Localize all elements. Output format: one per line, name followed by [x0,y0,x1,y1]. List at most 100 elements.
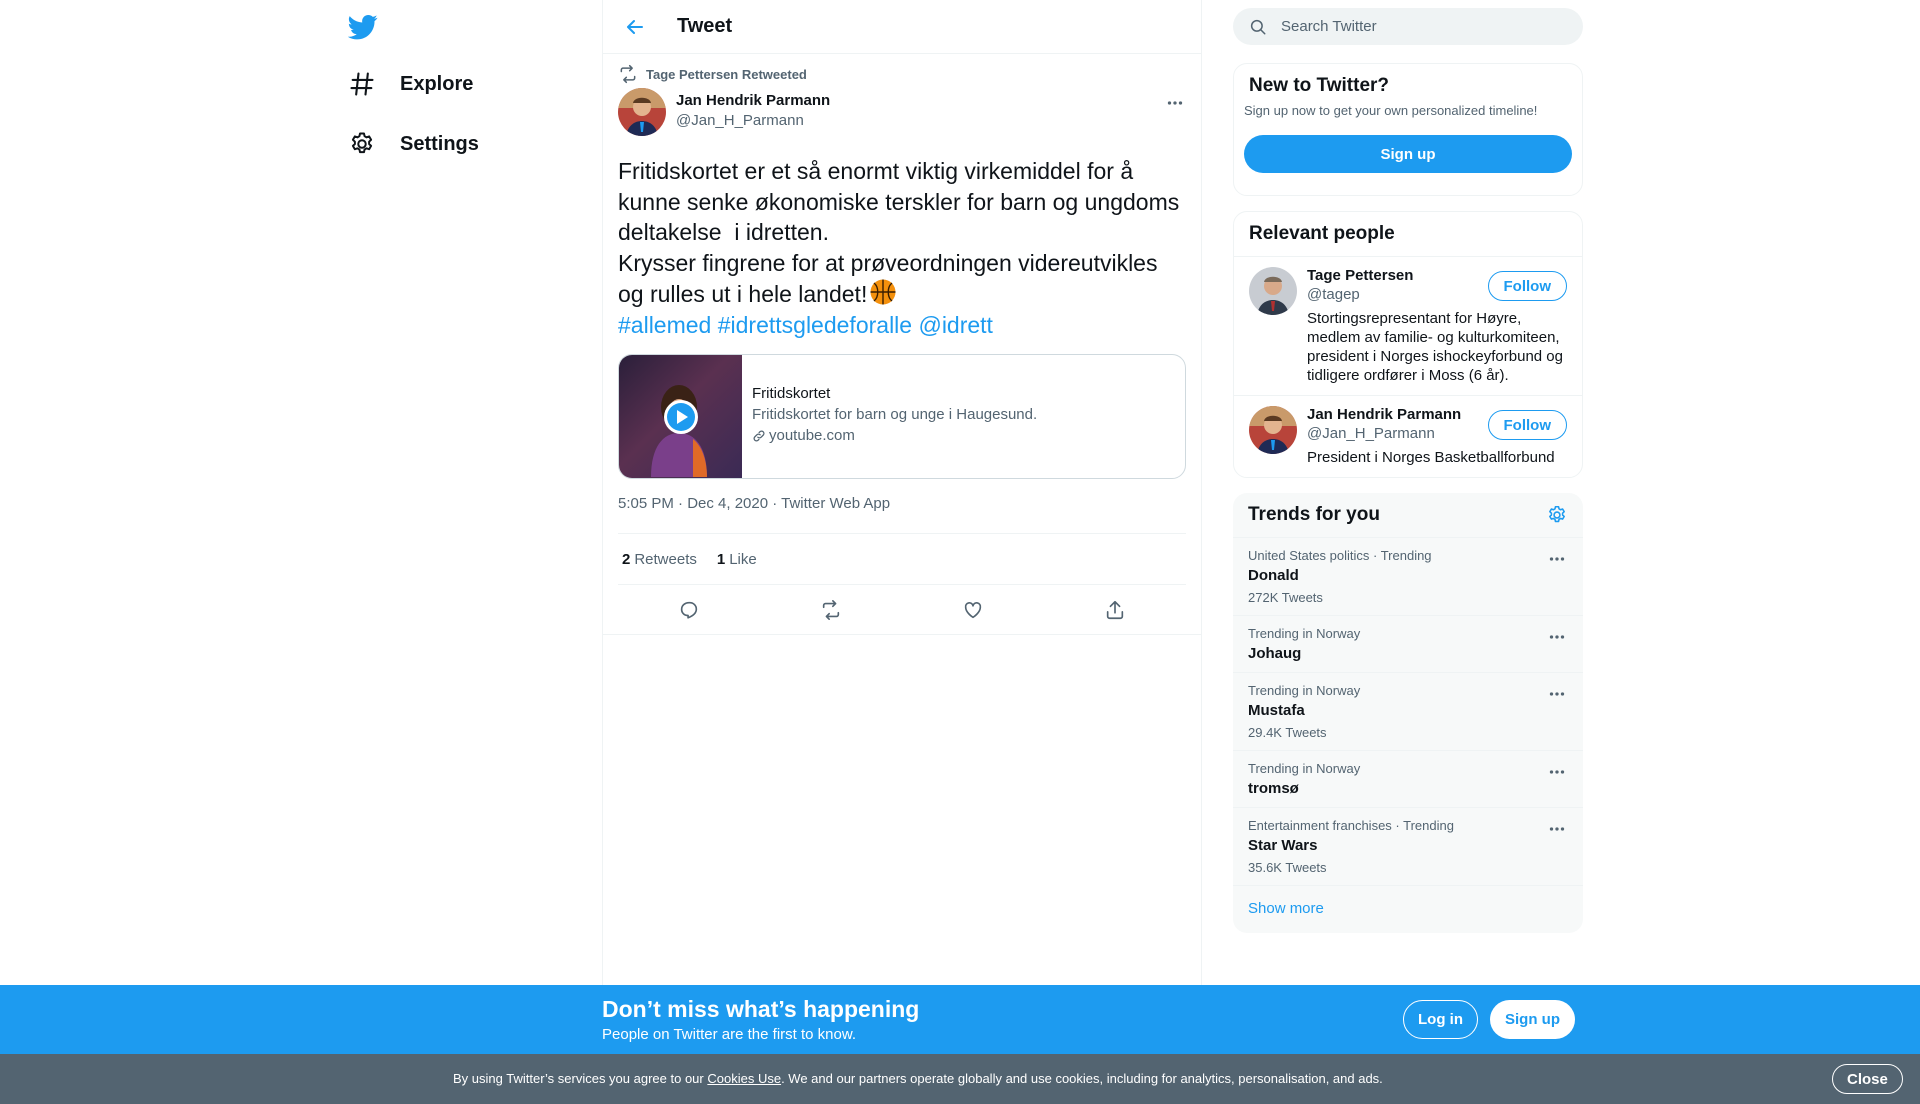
link-icon [752,429,766,443]
nav-explore[interactable]: Explore [348,64,473,104]
tweet: Tage Pettersen Retweeted Jan Hendrik Par… [603,54,1201,635]
tweet-author: Jan Hendrik Parmann @Jan_H_Parmann [618,88,1186,144]
new-to-twitter-subtitle: Sign up now to get your own personalized… [1244,103,1538,118]
new-to-twitter-title: New to Twitter? [1249,75,1390,96]
avatar[interactable] [1249,267,1297,315]
trend-name: Johaug [1248,645,1302,662]
follow-button[interactable]: Follow [1487,410,1567,440]
likes-count: 1 [716,550,726,568]
tweet-actions [603,585,1201,635]
cookie-banner: By using Twitter’s services you agree to… [0,1054,1920,1104]
hashtag-icon [348,70,376,98]
cookies-use-link[interactable]: Cookies Use [707,1071,781,1086]
basketball-emoji [869,278,897,306]
search-input[interactable] [1281,18,1541,35]
new-to-twitter-panel: New to Twitter? Sign up now to get your … [1233,63,1583,196]
share-icon[interactable] [1104,599,1126,621]
cookie-suffix: . We and our partners operate globally a… [781,1071,1383,1086]
play-icon[interactable] [663,399,699,435]
person-bio: Stortingsrepresentant for Høyre, medlem … [1307,310,1563,384]
likes-label: Like [729,550,757,568]
trend-context: Trending in Norway [1248,626,1361,641]
likes-stat[interactable]: 1 Like [717,551,777,568]
trend-item[interactable]: United States politics · Trending Donald… [1233,538,1583,616]
trend-item[interactable]: Entertainment franchises · Trending Star… [1233,808,1583,886]
tweet-hashtags: #allemed #idrettsgledeforalle @idrett [618,312,993,338]
right-sidebar: New to Twitter? Sign up now to get your … [1233,0,1583,933]
person-row[interactable]: Jan Hendrik Parmann @Jan_H_Parmann Presi… [1234,396,1582,477]
heart-icon[interactable] [962,599,984,621]
author-name[interactable]: Jan Hendrik Parmann [676,92,830,109]
trend-context: Trending in Norway [1248,683,1361,698]
card-link: youtube.com [752,425,1037,446]
retweet-icon [618,64,638,84]
trend-item[interactable]: Trending in Norway tromsø [1233,751,1583,808]
trend-name: Donald [1248,567,1299,584]
twitter-bird-icon[interactable] [348,12,378,42]
trend-item[interactable]: Trending in Norway Johaug [1233,616,1583,673]
hashtag-idrettsgledeforalle[interactable]: #idrettsgledeforalle [718,312,912,338]
link-card[interactable]: Fritidskortet Fritidskortet for barn og … [618,354,1186,479]
arrow-left-icon[interactable] [623,15,647,39]
nav-settings-label: Settings [400,132,479,155]
card-link-domain: youtube.com [769,427,855,444]
relevant-people-panel: Relevant people Tage Pettersen @tagep St… [1233,211,1583,478]
mention-idrett[interactable]: @idrett [918,312,992,338]
more-options-icon[interactable] [1546,761,1568,783]
search-box[interactable] [1233,8,1583,45]
person-bio: President i Norges Basketballforbund [1307,449,1555,466]
card-text: Fritidskortet Fritidskortet for barn og … [742,355,1037,478]
trend-count: 35.6K Tweets [1248,860,1327,875]
card-title: Fritidskortet [752,385,831,402]
trend-name: tromsø [1248,780,1299,797]
trend-name: Star Wars [1248,837,1318,854]
tweet-text-body: Fritidskortet er et så enormt viktig vir… [618,158,1180,307]
banner-title: Don’t miss what’s happening [602,996,920,1022]
login-button[interactable]: Log in [1403,1000,1478,1039]
trend-item[interactable]: Trending in Norway Mustafa 29.4K Tweets [1233,673,1583,751]
signup-banner: Don’t miss what’s happening People on Tw… [0,985,1920,1054]
tweet-stats: 2 Retweets 1 Like [618,533,1186,585]
person-row[interactable]: Tage Pettersen @tagep Stortingsrepresent… [1234,257,1582,396]
author-handle[interactable]: @Jan_H_Parmann [676,112,830,129]
more-options-icon[interactable] [1546,626,1568,648]
relevant-people-title: Relevant people [1234,212,1582,257]
more-options-icon[interactable] [1546,683,1568,705]
retweet-context: Tage Pettersen Retweeted [618,54,1186,88]
author-avatar[interactable] [618,88,666,136]
nav-settings[interactable]: Settings [348,124,479,164]
gear-icon[interactable] [1546,504,1568,526]
trend-name: Mustafa [1248,702,1305,719]
tweet-text: Fritidskortet er et så enormt viktig vir… [618,156,1186,340]
nav-explore-label: Explore [400,72,474,95]
left-nav: Explore Settings [340,0,600,985]
follow-button[interactable]: Follow [1487,271,1567,301]
page-title: Tweet [677,15,733,37]
avatar[interactable] [1249,406,1297,454]
retweets-stat[interactable]: 2 Retweets [622,551,717,568]
trends-header: Trends for you [1233,493,1583,538]
more-options-icon[interactable] [1546,818,1568,840]
signup-button[interactable]: Sign up [1490,1000,1575,1039]
trend-context: Entertainment franchises · Trending [1248,818,1454,833]
cookie-prefix: By using Twitter’s services you agree to… [453,1071,708,1086]
trend-count: 272K Tweets [1248,590,1323,605]
show-more-link[interactable]: Show more [1233,886,1583,933]
retweet-icon[interactable] [820,599,842,621]
more-options-icon[interactable] [1546,548,1568,570]
sidebar-signup-button[interactable]: Sign up [1244,135,1572,173]
search-icon [1249,18,1267,36]
cookie-close-button[interactable]: Close [1832,1064,1903,1094]
retweets-count: 2 [622,550,631,568]
tweet-timestamp[interactable]: 5:05 PM · Dec 4, 2020 · Twitter Web App [618,495,1186,519]
more-options-icon[interactable] [1164,92,1186,114]
retweets-label: Retweets [634,550,697,568]
trend-context: United States politics · Trending [1248,548,1432,563]
gear-icon [348,130,376,158]
reply-icon[interactable] [678,599,700,621]
banner-subtitle: People on Twitter are the first to know. [602,1026,857,1043]
retweeted-by[interactable]: Tage Pettersen Retweeted [646,67,807,82]
hashtag-allemed[interactable]: #allemed [618,312,711,338]
tweet-header: Tweet [603,0,1201,54]
video-thumbnail [619,355,742,478]
